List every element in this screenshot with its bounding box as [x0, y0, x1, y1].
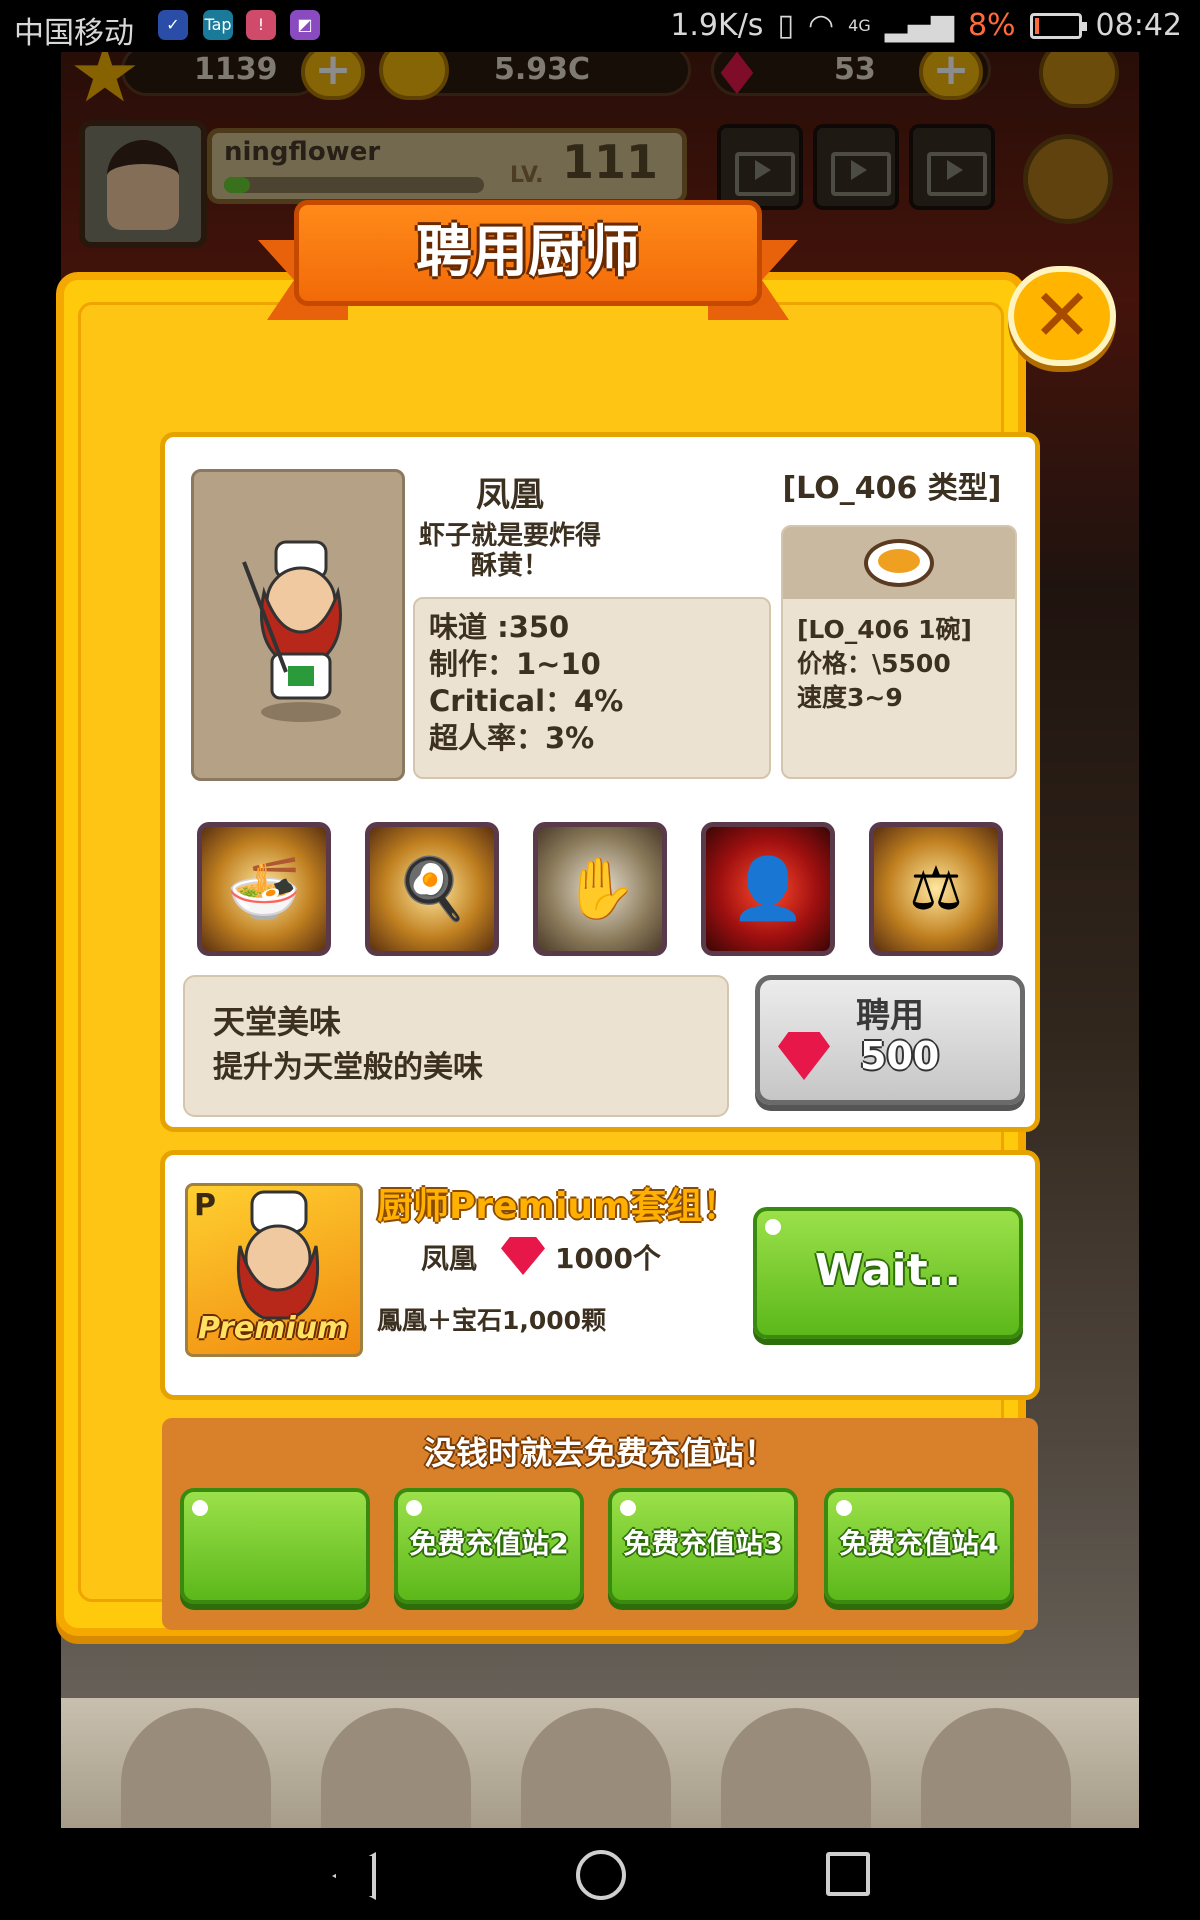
battery-icon — [1029, 12, 1087, 39]
recent-apps-icon[interactable] — [826, 1852, 870, 1896]
home-icon[interactable] — [576, 1850, 626, 1900]
dish-price: 价格：\5500 — [797, 649, 951, 678]
status-bar: 中国移动 ✓ Tap ! ◩ 1.9K/s ▯ ◠ 4G ▂▄▆ 8% 08:4… — [0, 0, 1200, 52]
status-right: 1.9K/s ▯ ◠ 4G ▂▄▆ 8% 08:42 — [670, 8, 1182, 43]
dialog-title: 聘用厨师 — [416, 220, 640, 285]
close-icon: ✕ — [1031, 273, 1093, 357]
skill-title: 天堂美味 — [213, 1003, 342, 1041]
frying-pan-icon[interactable]: 🍳 — [365, 822, 499, 956]
clock: 08:42 — [1095, 8, 1182, 43]
premium-image-label: Premium — [198, 1311, 349, 1346]
free-charge-button-3[interactable]: 免费充值站3 — [608, 1488, 798, 1604]
free-charge-label: 免费充值站2 — [409, 1527, 569, 1560]
free-charge-title: 没钱时就去免费充值站！ — [423, 1434, 776, 1472]
noodle-bowl-icon[interactable]: 🍜 — [197, 822, 331, 956]
dish-icon — [864, 539, 934, 587]
stat-critical: Critical：4% — [429, 684, 624, 718]
vibrate-icon: ▯ — [777, 8, 794, 43]
gem-icon — [778, 1032, 830, 1080]
delivery-menu-icon[interactable] — [321, 1708, 471, 1828]
kitchen-menu-icon[interactable] — [521, 1708, 671, 1828]
bottom-menu — [61, 1698, 1139, 1828]
premium-chef-name: 凤凰 — [421, 1242, 478, 1275]
hand-swirl-icon[interactable]: ✋ — [533, 822, 667, 956]
net-speed: 1.9K/s — [670, 8, 764, 43]
premium-buy-button[interactable]: Wait.. — [753, 1207, 1023, 1339]
premium-package-panel: P Premium 厨师Premium套组！ 凤凰 1000个 鳳凰＋宝石1,0… — [160, 1150, 1040, 1400]
free-charge-label: 免费充值站3 — [623, 1527, 783, 1560]
back-icon[interactable] — [332, 1852, 376, 1900]
hire-button-label: 聘用 — [856, 996, 924, 1036]
purple-app-icon: ◩ — [290, 10, 320, 40]
network-type: 4G — [848, 16, 871, 35]
dark-chef-icon[interactable]: 👤 — [701, 822, 835, 956]
chef-description: 虾子就是要炸得酥黄！ — [418, 521, 601, 581]
carrier-name: 中国移动 — [14, 16, 134, 51]
premium-title: 厨师Premium套组！ — [377, 1186, 739, 1227]
dish-speed: 速度3~9 — [797, 683, 903, 712]
skill-description: 提升为天堂般的美味 — [213, 1050, 483, 1085]
free-charge-label: 免费充值站4 — [839, 1527, 999, 1560]
hire-button[interactable]: 聘用 500 — [755, 975, 1025, 1105]
dish-type-label: [LO_406 类型] — [782, 471, 1002, 506]
premium-package-image: P Premium — [185, 1183, 363, 1357]
battery-percent: 8% — [967, 8, 1016, 43]
gem-icon — [501, 1237, 545, 1275]
scale-icon[interactable]: ⚖ — [869, 822, 1003, 956]
free-charge-panel: 没钱时就去免费充值站！ 免费充值站2 免费充值站3 免费充值站4 — [162, 1418, 1038, 1630]
hire-price: 500 — [860, 1034, 940, 1078]
free-charge-button-4[interactable]: 免费充值站4 — [824, 1488, 1014, 1604]
navigation-bar — [0, 1828, 1200, 1920]
free-charge-button-1[interactable] — [180, 1488, 370, 1604]
tap-icon: Tap — [203, 10, 233, 40]
chef-portrait — [191, 469, 405, 781]
stat-taste: 味道 :350 — [429, 610, 570, 644]
shop-menu-icon[interactable] — [921, 1708, 1071, 1828]
chef-stats: 味道 :350 制作：1~10 Critical：4% 超人率：3% — [413, 597, 771, 779]
dialog-title-banner: 聘用厨师 — [258, 200, 798, 320]
chef-menu-icon[interactable] — [721, 1708, 871, 1828]
ingredients-menu-icon[interactable] — [121, 1708, 271, 1828]
signal-icon: ▂▄▆ — [884, 8, 954, 43]
chef-name: 凤凰 — [476, 475, 544, 515]
premium-button-label: Wait.. — [814, 1245, 962, 1296]
free-charge-button-2[interactable]: 免费充值站2 — [394, 1488, 584, 1604]
chef-info-panel: 凤凰 虾子就是要炸得酥黄！ 味道 :350 制作：1~10 Critical：4… — [160, 432, 1040, 1132]
stat-super: 超人率：3% — [429, 721, 595, 755]
dish-name: [LO_406 1碗] — [797, 615, 972, 644]
premium-gem-count: 1000个 — [555, 1242, 661, 1275]
shield-icon: ✓ — [158, 10, 188, 40]
wifi-icon: ◠ — [807, 8, 835, 43]
dish-info: [LO_406 1碗] 价格：\5500 速度3~9 — [781, 525, 1017, 779]
stat-make: 制作：1~10 — [429, 647, 601, 681]
premium-subtitle: 鳳凰＋宝石1,000颗 — [377, 1306, 607, 1335]
red-app-icon: ! — [246, 10, 276, 40]
skill-description-box: 天堂美味 提升为天堂般的美味 — [183, 975, 729, 1117]
close-button[interactable]: ✕ — [1008, 266, 1116, 366]
